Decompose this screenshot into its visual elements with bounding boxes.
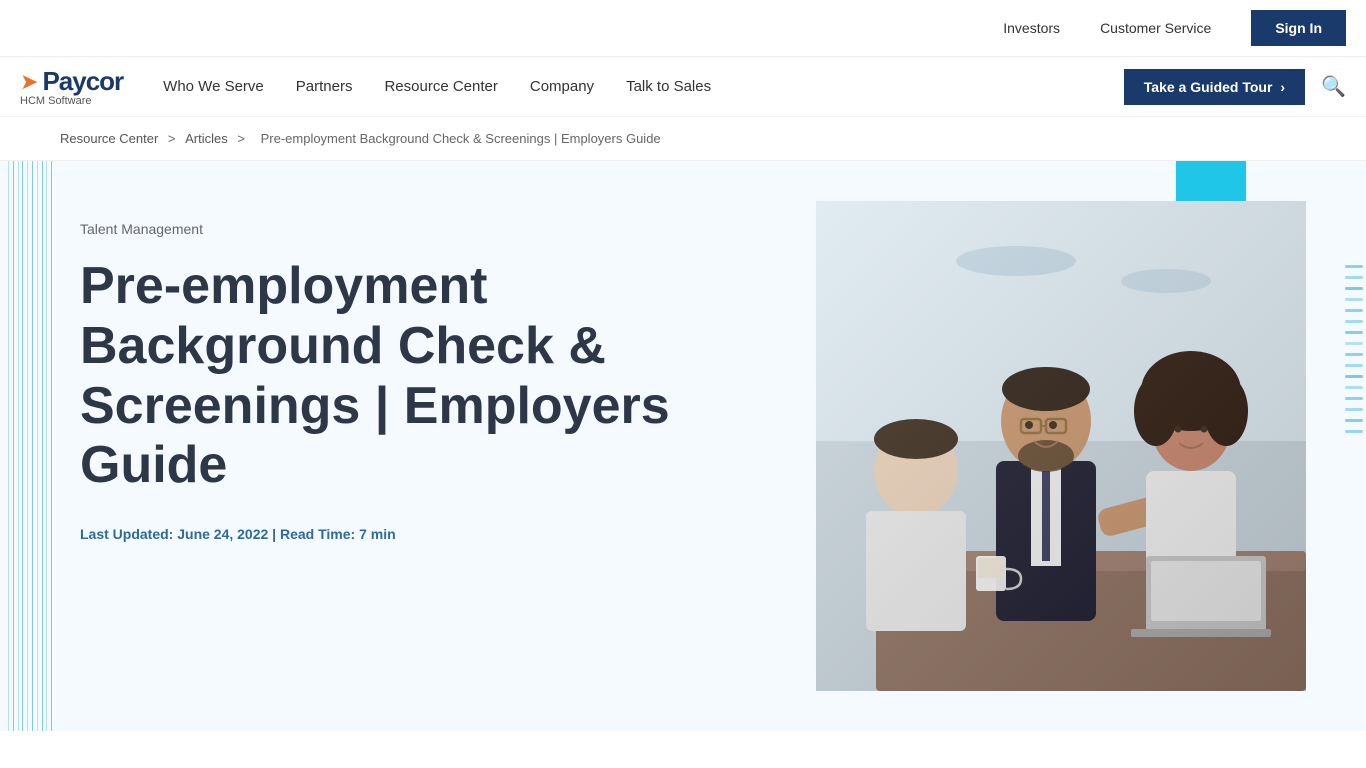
deco-line-9 — [46, 161, 47, 731]
decorative-lines-left — [0, 161, 60, 731]
logo-text: Paycor — [42, 66, 123, 97]
deco-line-7 — [37, 161, 38, 731]
deco-right-line-16 — [1345, 430, 1363, 433]
paycor-logo[interactable]: ➤ Paycor — [20, 66, 123, 97]
deco-right-line-12 — [1345, 386, 1363, 389]
logo-tagline: HCM Software — [20, 95, 123, 107]
breadcrumb-separator-2: > — [237, 131, 248, 146]
deco-right-line-3 — [1345, 287, 1363, 290]
deco-line-5 — [27, 161, 28, 731]
hero-image-container — [816, 201, 1306, 691]
deco-line-4 — [22, 161, 23, 731]
hero-content: Talent Management Pre-employment Backgro… — [0, 161, 1366, 731]
article-meta: Last Updated: June 24, 2022 | Read Time:… — [80, 526, 776, 542]
deco-right-line-13 — [1345, 397, 1363, 400]
hero-section: Talent Management Pre-employment Backgro… — [0, 161, 1366, 731]
breadcrumb-articles[interactable]: Articles — [185, 131, 228, 146]
deco-line-1 — [8, 161, 9, 731]
nav-right-actions: Take a Guided Tour › 🔍 — [1124, 69, 1346, 105]
blue-accent-square — [1176, 161, 1246, 206]
search-icon[interactable]: 🔍 — [1321, 74, 1346, 99]
deco-line-3 — [18, 161, 19, 731]
deco-right-line-6 — [1345, 320, 1363, 323]
hero-illustration — [816, 201, 1306, 691]
hero-photo — [816, 201, 1306, 691]
deco-right-line-15 — [1345, 419, 1363, 422]
breadcrumb: Resource Center > Articles > Pre-employm… — [0, 117, 1366, 161]
breadcrumb-resource-center[interactable]: Resource Center — [60, 131, 158, 146]
sign-in-button[interactable]: Sign In — [1251, 10, 1346, 46]
guided-tour-label: Take a Guided Tour — [1144, 79, 1273, 95]
deco-right-line-5 — [1345, 309, 1363, 312]
deco-right-line-7 — [1345, 331, 1363, 334]
customer-service-link[interactable]: Customer Service — [1100, 20, 1211, 36]
decorative-lines-right — [1342, 261, 1366, 641]
nav-item-company[interactable]: Company — [530, 78, 594, 96]
utility-bar: Investors Customer Service Sign In — [0, 0, 1366, 57]
logo-bird-icon: ➤ — [20, 69, 38, 95]
breadcrumb-current-page: Pre-employment Background Check & Screen… — [261, 131, 661, 146]
guided-tour-button[interactable]: Take a Guided Tour › — [1124, 69, 1305, 105]
deco-right-line-1 — [1345, 265, 1363, 268]
nav-item-resource-center[interactable]: Resource Center — [384, 78, 497, 96]
deco-line-6 — [32, 161, 33, 731]
chevron-right-icon: › — [1280, 79, 1285, 95]
deco-right-line-9 — [1345, 353, 1363, 356]
deco-right-line-4 — [1345, 298, 1363, 301]
deco-right-line-8 — [1345, 342, 1363, 345]
article-category: Talent Management — [80, 221, 776, 237]
investors-link[interactable]: Investors — [1003, 20, 1060, 36]
deco-line-2 — [13, 161, 14, 731]
hero-text-area: Talent Management Pre-employment Backgro… — [80, 201, 776, 542]
deco-right-line-2 — [1345, 276, 1363, 279]
logo-area[interactable]: ➤ Paycor HCM Software — [20, 66, 123, 107]
main-nav: ➤ Paycor HCM Software Who We Serve Partn… — [0, 57, 1366, 117]
article-title: Pre-employment Background Check & Screen… — [80, 257, 776, 496]
deco-right-line-11 — [1345, 375, 1363, 378]
deco-line-10 — [51, 161, 52, 731]
nav-item-partners[interactable]: Partners — [296, 78, 353, 96]
nav-item-who-we-serve[interactable]: Who We Serve — [163, 78, 264, 96]
deco-line-8 — [42, 161, 43, 731]
nav-item-talk-to-sales[interactable]: Talk to Sales — [626, 78, 711, 96]
breadcrumb-separator-1: > — [168, 131, 179, 146]
deco-right-line-10 — [1345, 364, 1363, 367]
primary-nav-list: Who We Serve Partners Resource Center Co… — [163, 78, 711, 96]
deco-right-line-14 — [1345, 408, 1363, 411]
